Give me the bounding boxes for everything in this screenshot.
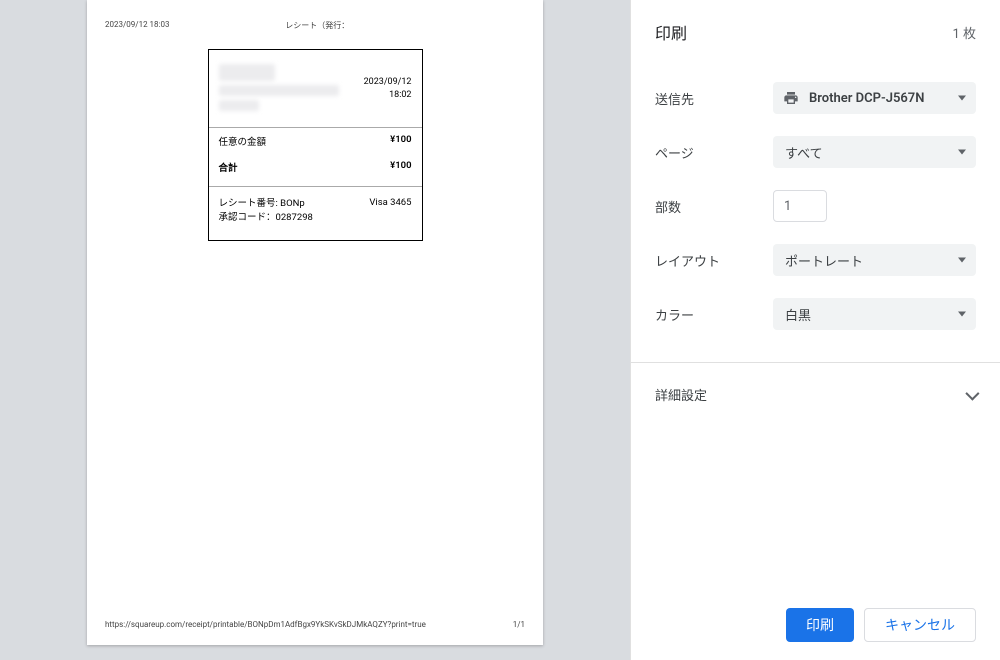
chevron-down-icon [958, 150, 966, 155]
sheet-footer-url: https://squareup.com/receipt/printable/B… [105, 620, 426, 629]
panel-footer: 印刷 キャンセル [631, 592, 1000, 660]
preview-sheet: 2023/09/12 18:03 レシート（発行： 2023/09/12 18:… [87, 0, 543, 645]
copies-row: 部数 1 [655, 190, 976, 222]
sheet-header-title: レシート（発行： [169, 20, 465, 31]
cancel-button[interactable]: キャンセル [864, 608, 976, 642]
sheet-header-timestamp: 2023/09/12 18:03 [105, 20, 169, 31]
sheet-footer-page: 1/1 [513, 620, 525, 629]
advanced-settings-label: 詳細設定 [655, 385, 707, 404]
sheet-footer: https://squareup.com/receipt/printable/B… [105, 620, 525, 629]
layout-row: レイアウト ポートレート [655, 244, 976, 276]
pages-row: ページ すべて [655, 136, 976, 168]
panel-header: 印刷 1 枚 [631, 0, 1000, 52]
print-preview-pane: 2023/09/12 18:03 レシート（発行： 2023/09/12 18:… [0, 0, 630, 660]
color-row: カラー 白黒 [655, 298, 976, 330]
chevron-down-icon [958, 96, 966, 101]
sheet-header: 2023/09/12 18:03 レシート（発行： [105, 20, 525, 31]
chevron-down-icon [958, 258, 966, 263]
receipt-box: 2023/09/12 18:02 任意の金額 ¥100 合計 ¥100 レシート… [208, 49, 423, 241]
receipt-merchant-redacted [219, 64, 339, 111]
receipt-total-row: 合計 ¥100 [209, 154, 422, 180]
receipt-total-value: ¥100 [390, 160, 411, 174]
receipt-total-label: 合計 [219, 160, 238, 174]
destination-row: 送信先 Brother DCP-J567N [655, 82, 976, 114]
pages-value: すべて [785, 143, 823, 162]
copies-input[interactable]: 1 [773, 190, 827, 222]
receipt-auth-code: 承認コード：0287298 [219, 211, 313, 225]
receipt-header: 2023/09/12 18:02 [209, 50, 422, 127]
destination-value: Brother DCP-J567N [809, 91, 924, 106]
receipt-time: 18:02 [364, 89, 412, 102]
sheet-header-right-spacer [465, 20, 525, 31]
receipt-amount-value: ¥100 [390, 134, 411, 148]
sheet-count: 1 枚 [952, 23, 976, 42]
advanced-settings-toggle[interactable]: 詳細設定 [631, 363, 1000, 426]
color-value: 白黒 [785, 305, 811, 324]
chevron-down-icon [965, 386, 979, 400]
pages-select[interactable]: すべて [773, 136, 976, 168]
receipt-date: 2023/09/12 [364, 76, 412, 89]
panel-title: 印刷 [655, 20, 687, 44]
destination-label: 送信先 [655, 89, 773, 108]
color-select[interactable]: 白黒 [773, 298, 976, 330]
receipt-amount-row: 任意の金額 ¥100 [209, 128, 422, 154]
destination-select[interactable]: Brother DCP-J567N [773, 82, 976, 114]
receipt-footer: レシート番号: BONp 承認コード：0287298 Visa 3465 [209, 187, 422, 240]
layout-select[interactable]: ポートレート [773, 244, 976, 276]
receipt-card-info: Visa 3465 [369, 197, 411, 226]
layout-value: ポートレート [785, 251, 863, 270]
copies-label: 部数 [655, 197, 773, 216]
printer-icon [783, 90, 799, 106]
print-button[interactable]: 印刷 [786, 608, 854, 642]
copies-value: 1 [784, 199, 791, 214]
receipt-amount-label: 任意の金額 [219, 134, 267, 148]
panel-body: 送信先 Brother DCP-J567N ページ すべて [631, 52, 1000, 352]
receipt-datetime: 2023/09/12 18:02 [364, 64, 412, 111]
color-label: カラー [655, 305, 773, 324]
pages-label: ページ [655, 143, 773, 162]
chevron-down-icon [958, 312, 966, 317]
print-settings-panel: 印刷 1 枚 送信先 Brother DCP-J567N ページ すべて [630, 0, 1000, 660]
receipt-number: レシート番号: BONp [219, 197, 313, 211]
layout-label: レイアウト [655, 251, 773, 270]
